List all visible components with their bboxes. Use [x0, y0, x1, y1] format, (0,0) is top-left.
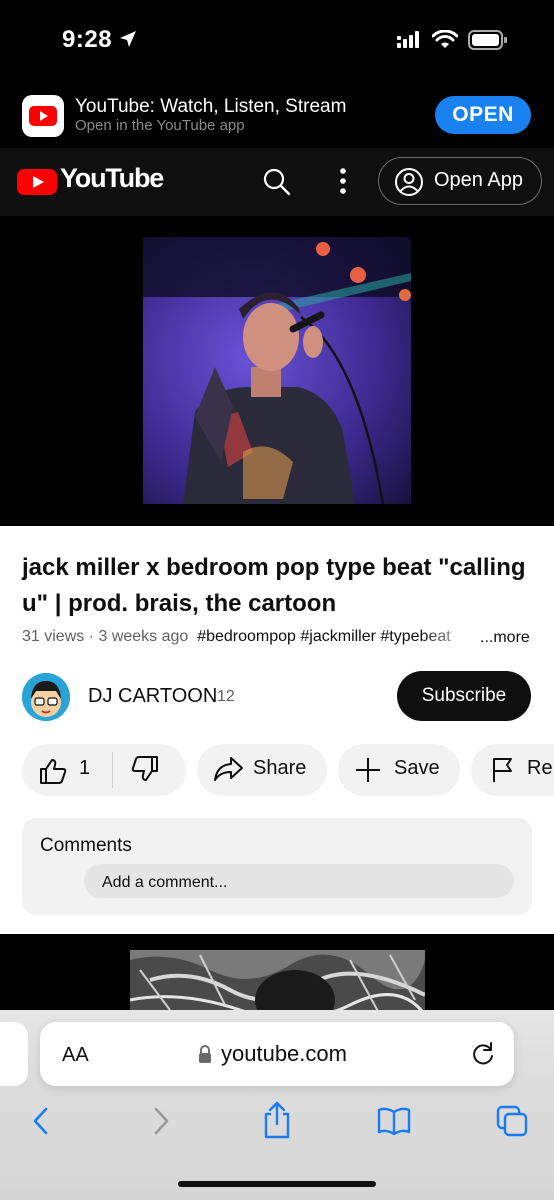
view-count: 31 views [22, 628, 85, 645]
report-button[interactable]: Report [471, 744, 554, 796]
dislike-icon[interactable] [130, 754, 160, 784]
previous-tab-card[interactable] [0, 1022, 28, 1086]
metadata-fade [420, 624, 480, 650]
comments-heading: Comments [40, 835, 132, 856]
back-icon[interactable] [28, 1106, 54, 1136]
bookmarks-icon[interactable] [376, 1106, 412, 1136]
battery-icon [468, 30, 507, 50]
save-label[interactable]: Save [394, 757, 440, 780]
report-label[interactable]: Report [527, 757, 554, 780]
tabs-icon[interactable] [495, 1104, 529, 1138]
banner-app-subtitle: Open in the YouTube app [75, 117, 245, 134]
upload-age: 3 weeks ago [98, 628, 189, 645]
more-button[interactable]: ...more [480, 629, 530, 647]
channel-avatar[interactable] [22, 673, 70, 721]
like-icon[interactable] [38, 756, 68, 786]
subscribe-button[interactable]: Subscribe [397, 671, 531, 721]
wifi-icon [432, 30, 458, 48]
share-label[interactable]: Share [253, 757, 306, 780]
video-title: jack miller x bedroom pop type beat "cal… [22, 554, 526, 617]
text-size-button[interactable]: AA [62, 1044, 89, 1067]
banner-app-title: YouTube: Watch, Listen, Stream [75, 96, 347, 117]
clock: 9:28 [62, 26, 113, 53]
hashtags[interactable]: #bedroompop #jackmiller #typebeat [197, 628, 450, 645]
video-thumbnail[interactable] [143, 237, 411, 504]
lock-icon [199, 1045, 211, 1063]
pill-divider [112, 752, 113, 788]
add-comment-placeholder[interactable]: Add a comment... [102, 874, 227, 892]
like-count[interactable]: 1 [79, 757, 90, 780]
youtube-app-icon [22, 95, 64, 137]
banner-open-button[interactable]: OPEN [435, 96, 531, 134]
reload-icon[interactable] [470, 1041, 496, 1067]
video-metadata: 31 views · 3 weeks ago #bedroompop #jack… [22, 628, 451, 645]
open-app-label[interactable]: Open App [434, 169, 523, 192]
account-icon [395, 168, 423, 196]
channel-name[interactable]: DJ CARTOON [88, 685, 217, 708]
home-indicator[interactable] [178, 1181, 376, 1187]
forward-icon [154, 1107, 169, 1135]
flag-icon[interactable] [489, 756, 517, 784]
cellular-signal-icon [397, 31, 419, 48]
share-icon[interactable] [212, 755, 244, 783]
youtube-logo-icon[interactable] [16, 168, 58, 196]
more-options-icon[interactable] [336, 166, 350, 196]
add-icon[interactable] [354, 756, 382, 784]
url-text[interactable]: youtube.com [221, 1041, 347, 1067]
subscriber-count: 12 [217, 688, 235, 705]
search-icon[interactable] [262, 167, 292, 197]
location-arrow-icon [120, 31, 136, 47]
youtube-wordmark[interactable]: YouTube [60, 163, 164, 194]
share-sheet-icon[interactable] [261, 1100, 293, 1140]
